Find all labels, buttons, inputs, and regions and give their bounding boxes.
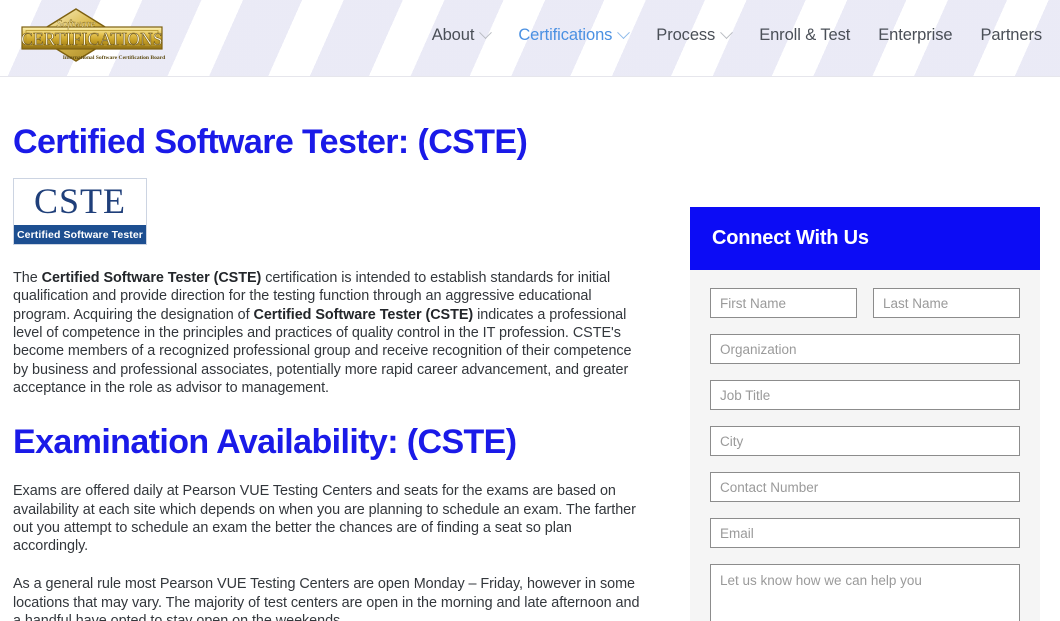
message-textarea[interactable] <box>710 564 1020 621</box>
connect-with-us-panel: Connect With Us <box>690 207 1040 621</box>
cste-certification-badge: CSTE Certified Software Tester <box>13 178 147 246</box>
exam-paragraph-1: Exams are offered daily at Pearson VUE T… <box>13 483 636 555</box>
chevron-down-icon <box>479 26 493 40</box>
nav-item-certifications[interactable]: Certifications <box>504 26 642 45</box>
nav-label-enroll-and-test: Enroll & Test <box>759 26 851 44</box>
intro-bold-2: Certified Software Tester (CSTE) <box>253 306 474 323</box>
nav-label-process: Process <box>656 26 716 44</box>
exam-availability-title: Examination Availability: (CSTE) <box>13 423 517 462</box>
page-title: Certified Software Tester: (CSTE) <box>13 123 528 161</box>
connect-with-us-form <box>690 270 1040 621</box>
svg-text:International Software Certifi: International Software Certification Boa… <box>63 55 166 61</box>
connect-with-us-header: Connect With Us <box>690 207 1040 270</box>
last-name-input[interactable] <box>873 288 1020 318</box>
nav-item-enterprise[interactable]: Enterprise <box>864 26 966 45</box>
chevron-down-icon <box>720 26 734 40</box>
article-column: Certified Software Tester: (CSTE) CSTE C… <box>13 77 643 621</box>
intro-text-pre: The <box>13 270 42 287</box>
nav-item-about[interactable]: About <box>418 26 505 45</box>
cste-badge-caption: Certified Software Tester <box>14 225 146 245</box>
nav-label-certifications: Certifications <box>518 26 613 44</box>
page-body: Certified Software Tester: (CSTE) CSTE C… <box>0 77 1060 621</box>
svg-text:CERTIFICATIONS: CERTIFICATIONS <box>21 29 163 49</box>
nav-label-about: About <box>431 26 475 44</box>
nav-label-partners: Partners <box>980 26 1042 44</box>
chevron-down-icon <box>617 26 631 40</box>
organization-input[interactable] <box>710 334 1020 364</box>
cste-badge-acronym: CSTE <box>33 181 126 222</box>
nav-label-enterprise: Enterprise <box>878 26 953 44</box>
main-navigation: About Certifications Process Enroll & Te… <box>418 26 1042 45</box>
city-input[interactable] <box>710 426 1020 456</box>
contact-number-input[interactable] <box>710 472 1020 502</box>
nav-item-process[interactable]: Process <box>642 26 745 45</box>
name-field-row <box>710 288 1020 318</box>
intro-bold-1: Certified Software Tester (CSTE) <box>41 270 262 287</box>
nav-item-enroll-and-test[interactable]: Enroll & Test <box>745 26 864 45</box>
site-header: Software CERTIFICATIONS International So… <box>0 0 1060 77</box>
connect-with-us-title: Connect With Us <box>712 227 869 249</box>
software-certifications-logo-icon: Software CERTIFICATIONS International So… <box>21 8 166 62</box>
first-name-input[interactable] <box>710 288 857 318</box>
intro-paragraph: The Certified Software Tester (CSTE) cer… <box>13 269 643 397</box>
email-input[interactable] <box>710 518 1020 548</box>
nav-item-partners[interactable]: Partners <box>966 26 1042 45</box>
job-title-input[interactable] <box>710 380 1020 410</box>
exam-paragraph-2: As a general rule most Pearson VUE Testi… <box>13 576 640 621</box>
site-logo[interactable]: Software CERTIFICATIONS International So… <box>14 7 170 69</box>
